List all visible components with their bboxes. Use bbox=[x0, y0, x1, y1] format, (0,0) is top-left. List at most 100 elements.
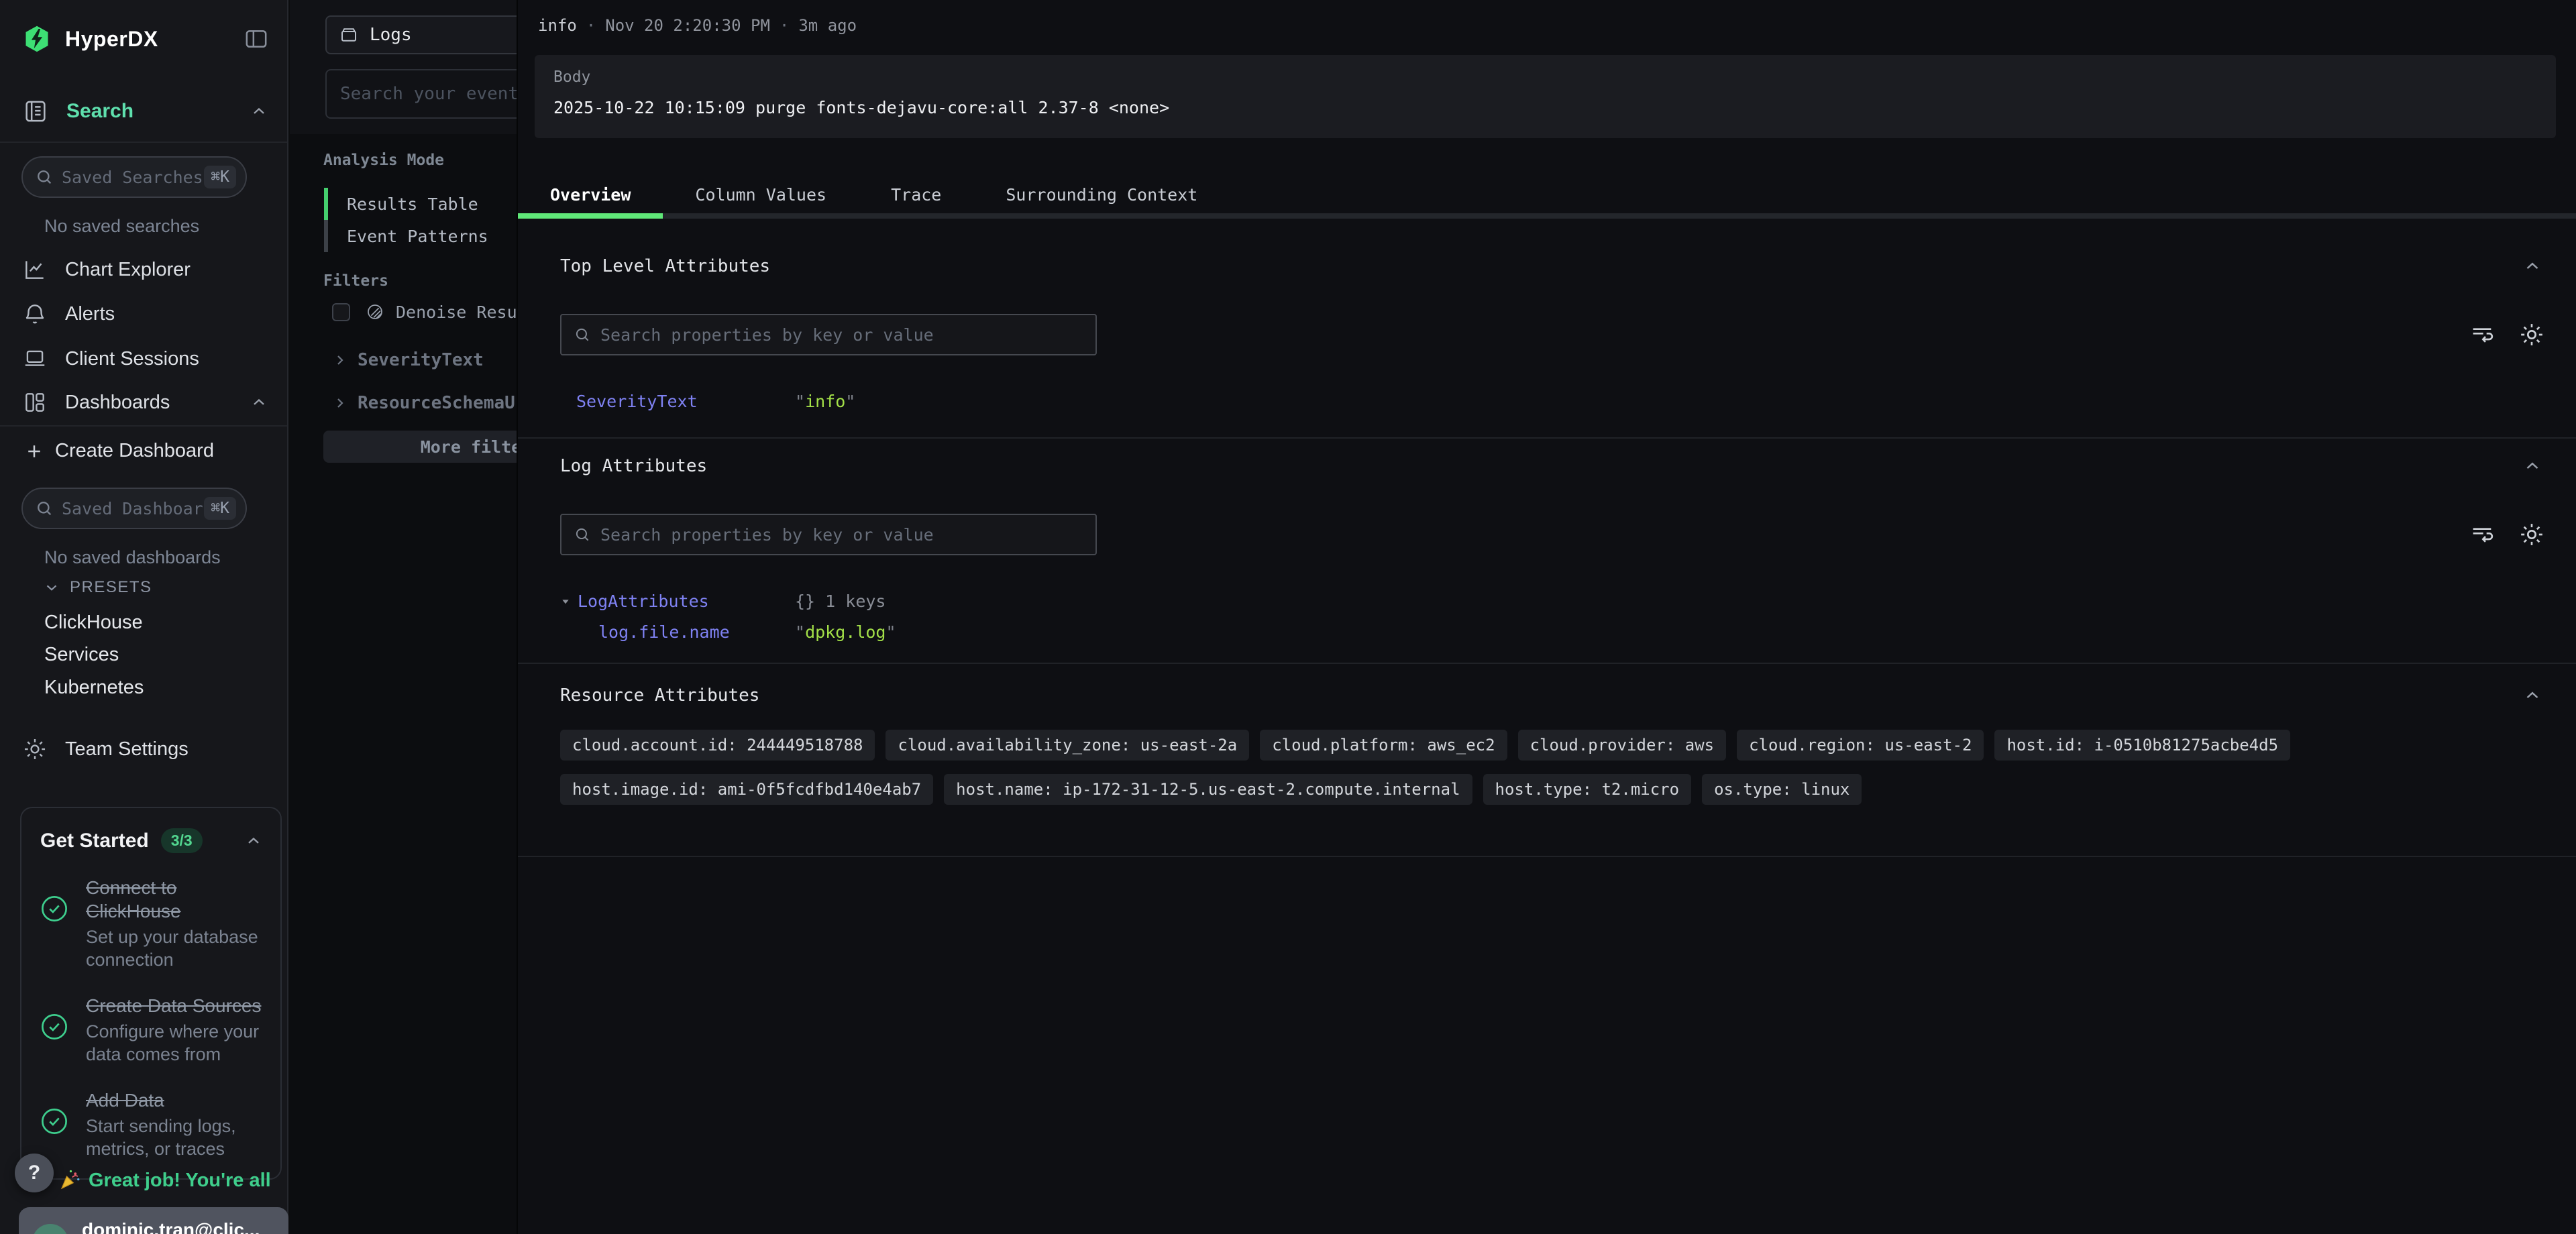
chevron-up-icon[interactable] bbox=[244, 832, 263, 850]
team-settings-label: Team Settings bbox=[65, 738, 189, 761]
saved-dashboards-input[interactable]: ⌘K bbox=[21, 488, 247, 529]
source-select[interactable]: Logs bbox=[325, 15, 517, 54]
event-timestamp: Nov 20 2:20:30 PM bbox=[605, 16, 770, 35]
event-search-input[interactable] bbox=[325, 69, 517, 119]
resource-pill[interactable]: host.id: i-0510b81275acbe4d5 bbox=[1994, 730, 2290, 761]
congrats-row: Great job! You're all bbox=[58, 1168, 271, 1192]
laptop-icon bbox=[22, 346, 48, 372]
chevron-up-icon[interactable] bbox=[250, 393, 268, 412]
get-started-card: Get Started 3/3 Connect to ClickHouse Se… bbox=[20, 807, 282, 1180]
chevron-up-icon[interactable] bbox=[2522, 685, 2542, 706]
top-level-toolbar bbox=[560, 314, 2545, 355]
sidebar-item-chart-explorer[interactable]: Chart Explorer bbox=[22, 249, 268, 290]
saved-searches-field[interactable] bbox=[62, 168, 204, 187]
presets-toggle[interactable]: PRESETS bbox=[43, 578, 152, 597]
mode-results-table[interactable]: Results Table bbox=[324, 188, 517, 220]
attribute-key[interactable]: log.file.name bbox=[598, 622, 795, 642]
resource-pill[interactable]: cloud.availability_zone: us-east-2a bbox=[885, 730, 1249, 761]
filter-group-resourceschemaurl[interactable]: ResourceSchemaUrl bbox=[332, 393, 517, 413]
sidebar-item-search[interactable]: Search bbox=[22, 98, 268, 125]
tab-surrounding-context[interactable]: Surrounding Context bbox=[973, 176, 1230, 213]
search-icon bbox=[574, 526, 591, 543]
more-filters-button[interactable]: More filters bbox=[323, 431, 517, 463]
resource-pill[interactable]: cloud.platform: aws_ec2 bbox=[1260, 730, 1507, 761]
denoise-label: Denoise Results bbox=[396, 302, 517, 322]
bell-icon bbox=[22, 301, 48, 327]
mode-event-patterns[interactable]: Event Patterns bbox=[324, 220, 517, 252]
tab-overview[interactable]: Overview bbox=[518, 176, 663, 213]
attribute-key[interactable]: LogAttributes bbox=[578, 592, 795, 611]
get-started-item-add-data[interactable]: Add Data Start sending logs, metrics, or… bbox=[21, 1075, 280, 1170]
event-detail-drawer: info·Nov 20 2:20:30 PM·3m ago Body 2025-… bbox=[517, 0, 2576, 1234]
property-search-field[interactable] bbox=[600, 325, 1083, 345]
active-tab-underline bbox=[518, 213, 663, 219]
step-description: Configure where your data comes from bbox=[86, 1020, 268, 1066]
source-select-value: Logs bbox=[370, 25, 412, 45]
saved-dashboards-field[interactable] bbox=[62, 499, 204, 518]
check-circle-icon bbox=[39, 1106, 70, 1160]
sidebar-item-label: Dashboards bbox=[65, 392, 170, 414]
resource-pill[interactable]: host.name: ip-172-31-12-5.us-east-2.comp… bbox=[944, 774, 1472, 805]
resource-pill[interactable]: host.type: t2.micro bbox=[1483, 774, 1692, 805]
preset-clickhouse[interactable]: ClickHouse bbox=[44, 607, 143, 638]
divider bbox=[518, 437, 2576, 439]
property-search[interactable] bbox=[560, 514, 1097, 555]
tab-trace[interactable]: Trace bbox=[859, 176, 973, 213]
property-search-field[interactable] bbox=[600, 525, 1083, 545]
create-dashboard-button[interactable]: Create Dashboard bbox=[24, 440, 214, 462]
user-name: dominic.tran@clic... bbox=[82, 1219, 255, 1234]
wrap-lines-icon[interactable] bbox=[2469, 321, 2496, 348]
attribute-value[interactable]: "info" bbox=[795, 392, 855, 411]
get-started-header: Get Started 3/3 bbox=[21, 808, 280, 862]
attribute-group-row: LogAttributes {} 1 keys bbox=[560, 592, 885, 611]
wrap-lines-icon[interactable] bbox=[2469, 521, 2496, 548]
caret-down-icon[interactable] bbox=[560, 596, 571, 607]
attribute-value[interactable]: "dpkg.log" bbox=[795, 622, 896, 642]
property-search[interactable] bbox=[560, 314, 1097, 355]
step-description: Start sending logs, metrics, or traces bbox=[86, 1115, 268, 1160]
sidebar-item-alerts[interactable]: Alerts bbox=[22, 294, 268, 334]
tab-column-values[interactable]: Column Values bbox=[663, 176, 859, 213]
chevron-up-icon[interactable] bbox=[250, 102, 268, 121]
event-age: 3m ago bbox=[798, 16, 857, 35]
denoise-checkbox[interactable] bbox=[332, 303, 350, 321]
sidebar-item-client-sessions[interactable]: Client Sessions bbox=[22, 339, 268, 379]
user-menu[interactable]: D dominic.tran@clic... dominic.tran@clic… bbox=[19, 1207, 288, 1234]
collapse-sidebar-icon[interactable] bbox=[243, 25, 270, 52]
resource-pill[interactable]: cloud.region: us-east-2 bbox=[1737, 730, 1984, 761]
gear-icon[interactable] bbox=[2518, 321, 2545, 348]
sidebar-item-label: Alerts bbox=[65, 303, 115, 325]
body-text: 2025-10-22 10:15:09 purge fonts-dejavu-c… bbox=[553, 98, 2537, 117]
top-level-attributes-header: Top Level Attributes bbox=[560, 256, 2542, 276]
resource-pill[interactable]: host.image.id: ami-0f5fcdfbd140e4ab7 bbox=[560, 774, 933, 805]
attribute-key[interactable]: SeverityText bbox=[576, 392, 795, 411]
resource-pill[interactable]: cloud.account.id: 244449518788 bbox=[560, 730, 875, 761]
divider bbox=[0, 425, 287, 427]
shortcut-badge: ⌘K bbox=[204, 166, 236, 188]
help-button[interactable]: ? bbox=[15, 1154, 54, 1192]
avatar: D bbox=[32, 1224, 68, 1234]
search-icon bbox=[35, 168, 54, 186]
filter-group-severitytext[interactable]: SeverityText bbox=[332, 350, 484, 370]
tab-underline-track bbox=[518, 213, 2576, 219]
sidebar-item-team-settings[interactable]: Team Settings bbox=[22, 736, 189, 762]
chevron-up-icon[interactable] bbox=[2522, 256, 2542, 276]
saved-searches-input[interactable]: ⌘K bbox=[21, 156, 247, 198]
hyperdx-logo-icon bbox=[22, 24, 52, 54]
sidebar-item-dashboards[interactable]: Dashboards bbox=[22, 382, 268, 423]
chevron-right-icon bbox=[332, 395, 348, 411]
chevron-up-icon[interactable] bbox=[2522, 456, 2542, 476]
gear-icon[interactable] bbox=[2518, 521, 2545, 548]
preset-services[interactable]: Services bbox=[44, 639, 119, 670]
denoise-filter: Denoise Results bbox=[332, 302, 517, 322]
resource-pill[interactable]: os.type: linux bbox=[1702, 774, 1862, 805]
sidebar: HyperDX Search ⌘K No saved searches Char… bbox=[0, 0, 288, 1234]
section-title: Resource Attributes bbox=[560, 685, 759, 706]
presets-label: PRESETS bbox=[70, 578, 152, 597]
get-started-item-sources[interactable]: Create Data Sources Configure where your… bbox=[21, 980, 280, 1075]
filter-group-label: SeverityText bbox=[358, 350, 484, 370]
section-title: Log Attributes bbox=[560, 456, 707, 476]
preset-kubernetes[interactable]: Kubernetes bbox=[44, 672, 144, 703]
resource-pill[interactable]: cloud.provider: aws bbox=[1518, 730, 1727, 761]
get-started-item-connect[interactable]: Connect to ClickHouse Set up your databa… bbox=[21, 862, 280, 980]
